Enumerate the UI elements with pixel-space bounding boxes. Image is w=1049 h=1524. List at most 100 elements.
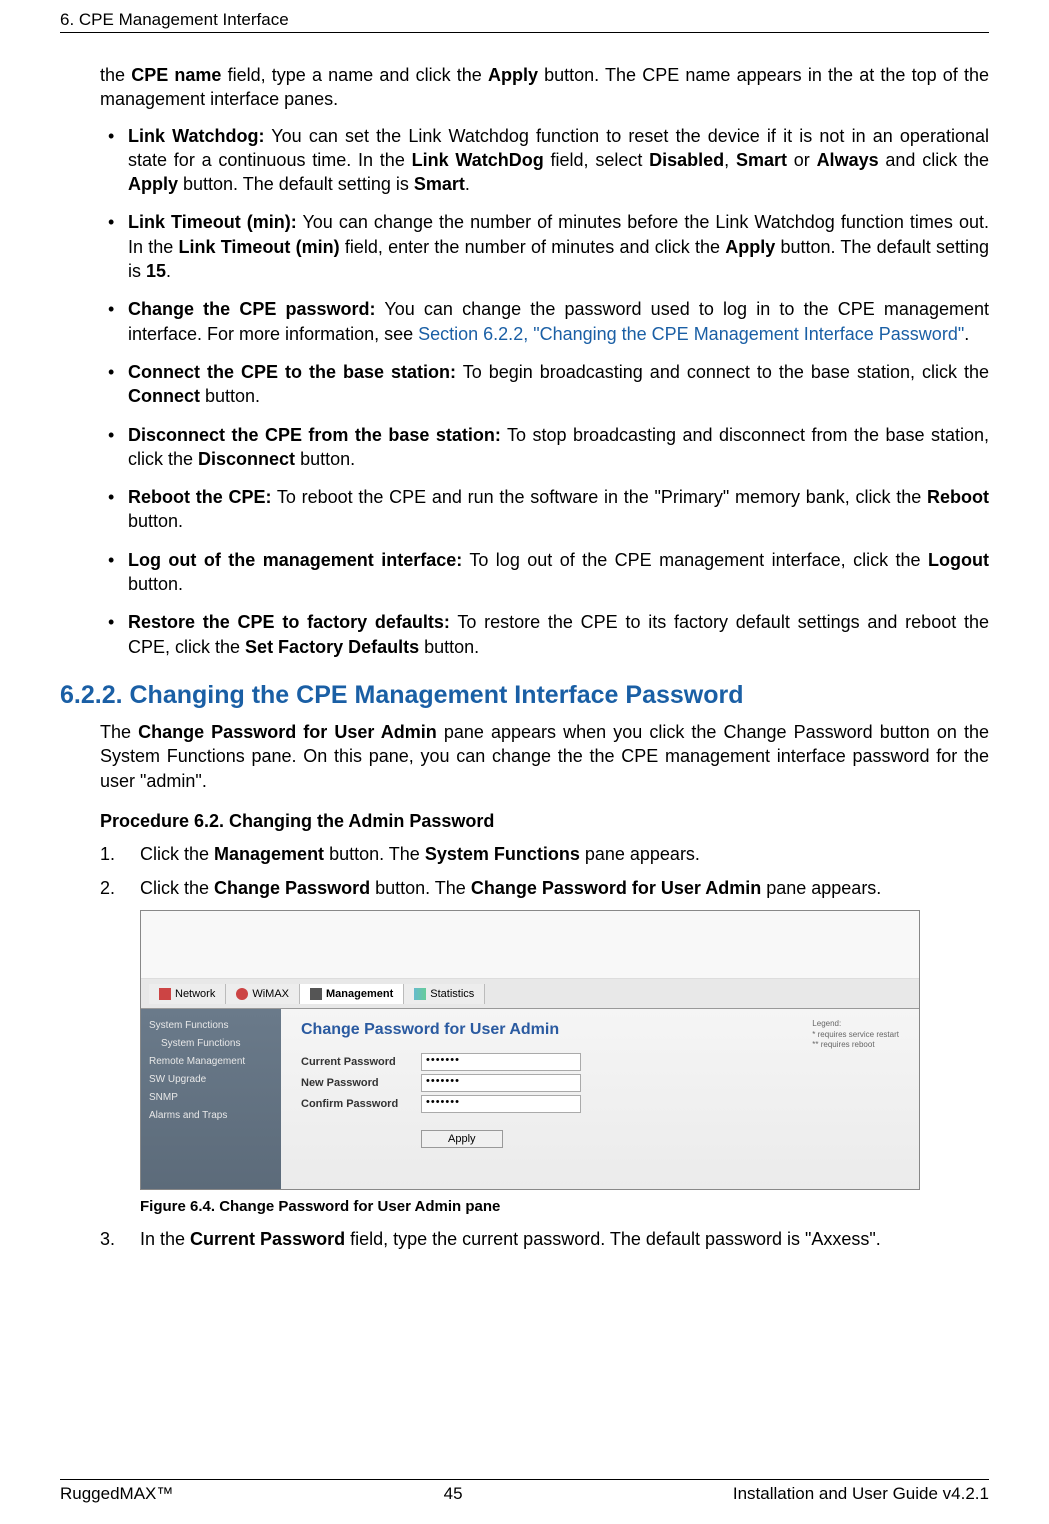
text: . <box>166 261 171 281</box>
field-name: Link Timeout (min) <box>179 237 340 257</box>
option: Always <box>817 150 879 170</box>
intro-paragraph: the CPE name field, type a name and clic… <box>100 63 989 112</box>
option: Smart <box>736 150 787 170</box>
legend-title: Legend: <box>812 1019 899 1029</box>
tab-label: Management <box>326 988 393 1000</box>
bullet-factory-defaults: Restore the CPE to factory defaults: To … <box>128 610 989 659</box>
text: . <box>964 324 969 344</box>
bullet-disconnect: Disconnect the CPE from the base station… <box>128 423 989 472</box>
legend-line: * requires service restart <box>812 1030 899 1040</box>
legend-line: ** requires reboot <box>812 1040 899 1050</box>
section-link[interactable]: Section 6.2.2, "Changing the CPE Managem… <box>418 324 964 344</box>
bullet-reboot: Reboot the CPE: To reboot the CPE and ru… <box>128 485 989 534</box>
sidebar-item-remote-management[interactable]: Remote Management <box>147 1053 275 1070</box>
bullet-link-timeout: Link Timeout (min): You can change the n… <box>128 210 989 283</box>
sidebar-item-system-functions[interactable]: System Functions <box>147 1017 275 1034</box>
pane-name: Change Password for User Admin <box>471 878 761 898</box>
text: . <box>465 174 470 194</box>
tab-statistics[interactable]: Statistics <box>404 984 485 1004</box>
apply-button[interactable]: Apply <box>421 1130 503 1148</box>
text: The <box>100 722 138 742</box>
text: the <box>100 65 131 85</box>
pane-name: System Functions <box>425 844 580 864</box>
page-header: 6. CPE Management Interface <box>60 10 989 33</box>
pane-name-bold: Change Password for User Admin <box>138 722 437 742</box>
current-password-input[interactable]: ••••••• <box>421 1053 581 1071</box>
confirm-password-label: Confirm Password <box>301 1098 421 1110</box>
new-password-label: New Password <box>301 1077 421 1089</box>
bullet-link-watchdog: Link Watchdog: You can set the Link Watc… <box>128 124 989 197</box>
header-text: 6. CPE Management Interface <box>60 10 289 29</box>
text: field, type a name and click the <box>221 65 488 85</box>
ui-screenshot: Network WiMAX Management Statistics Syst… <box>140 910 920 1190</box>
form-row-current-password: Current Password ••••••• <box>301 1053 899 1071</box>
sidebar-item-system-functions-sub[interactable]: System Functions <box>147 1035 275 1052</box>
bullet-title: Disconnect the CPE from the base station… <box>128 425 501 445</box>
pane-title: Change Password for User Admin <box>301 1021 899 1039</box>
bullet-title: Reboot the CPE: <box>128 487 271 507</box>
bullet-connect: Connect the CPE to the base station: To … <box>128 360 989 409</box>
text: button. The <box>324 844 425 864</box>
step-2: Click the Change Password button. The Ch… <box>100 876 989 900</box>
bullet-logout: Log out of the management interface: To … <box>128 548 989 597</box>
text: To begin broadcasting and connect to the… <box>456 362 989 382</box>
tab-label: Network <box>175 988 215 1000</box>
management-icon <box>310 988 322 1000</box>
legend: Legend: * requires service restart ** re… <box>812 1019 899 1050</box>
text: button. <box>295 449 355 469</box>
tab-management[interactable]: Management <box>300 984 404 1004</box>
text: field, type the current password. The de… <box>345 1229 881 1249</box>
procedure-steps-continued: In the Current Password field, type the … <box>100 1227 989 1251</box>
button-name: Management <box>214 844 324 864</box>
footer-page-number: 45 <box>444 1484 463 1504</box>
tab-label: WiMAX <box>252 988 289 1000</box>
button-name: Disconnect <box>198 449 295 469</box>
default: 15 <box>146 261 166 281</box>
page-footer: RuggedMAX™ 45 Installation and User Guid… <box>60 1479 989 1504</box>
text: button. <box>128 511 183 531</box>
ui-main-pane: Legend: * requires service restart ** re… <box>281 1009 919 1189</box>
ui-body: System Functions System Functions Remote… <box>141 1009 919 1189</box>
field-name: Current Password <box>190 1229 345 1249</box>
sidebar-item-snmp[interactable]: SNMP <box>147 1089 275 1106</box>
section-heading: 6.2.2. Changing the CPE Management Inter… <box>60 681 989 710</box>
new-password-input[interactable]: ••••••• <box>421 1074 581 1092</box>
bullet-title: Link Watchdog: <box>128 126 264 146</box>
cpe-name-bold: CPE name <box>131 65 221 85</box>
tab-wimax[interactable]: WiMAX <box>226 984 300 1004</box>
apply-bold: Apply <box>488 65 538 85</box>
button-name: Change Password <box>214 878 370 898</box>
bullet-change-password: Change the CPE password: You can change … <box>128 297 989 346</box>
footer-left: RuggedMAX™ <box>60 1484 173 1504</box>
text: button. <box>200 386 260 406</box>
statistics-icon <box>414 988 426 1000</box>
text: field, select <box>544 150 649 170</box>
text: button. The <box>370 878 471 898</box>
ui-tab-bar: Network WiMAX Management Statistics <box>141 979 919 1009</box>
procedure-title: Procedure 6.2. Changing the Admin Passwo… <box>100 811 989 832</box>
bullet-list: Link Watchdog: You can set the Link Watc… <box>100 124 989 659</box>
main-content: the CPE name field, type a name and clic… <box>60 63 989 1252</box>
step-3: In the Current Password field, type the … <box>100 1227 989 1251</box>
default: Smart <box>414 174 465 194</box>
ui-sidebar: System Functions System Functions Remote… <box>141 1009 281 1189</box>
figure-caption: Figure 6.4. Change Password for User Adm… <box>140 1198 989 1215</box>
option: Disabled <box>649 150 724 170</box>
bullet-title: Change the CPE password: <box>128 299 376 319</box>
bullet-title: Link Timeout (min): <box>128 212 297 232</box>
procedure-steps: Click the Management button. The System … <box>100 842 989 901</box>
text: pane appears. <box>761 878 881 898</box>
sidebar-item-sw-upgrade[interactable]: SW Upgrade <box>147 1071 275 1088</box>
sidebar-item-alarms-traps[interactable]: Alarms and Traps <box>147 1107 275 1124</box>
text: and click the <box>879 150 989 170</box>
button-name: Apply <box>725 237 775 257</box>
network-icon <box>159 988 171 1000</box>
text: To reboot the CPE and run the software i… <box>271 487 927 507</box>
step-1: Click the Management button. The System … <box>100 842 989 866</box>
tab-network[interactable]: Network <box>149 984 226 1004</box>
text: In the <box>140 1229 190 1249</box>
confirm-password-input[interactable]: ••••••• <box>421 1095 581 1113</box>
text: To log out of the CPE management interfa… <box>462 550 928 570</box>
text: Click the <box>140 878 214 898</box>
text: button. <box>419 637 479 657</box>
